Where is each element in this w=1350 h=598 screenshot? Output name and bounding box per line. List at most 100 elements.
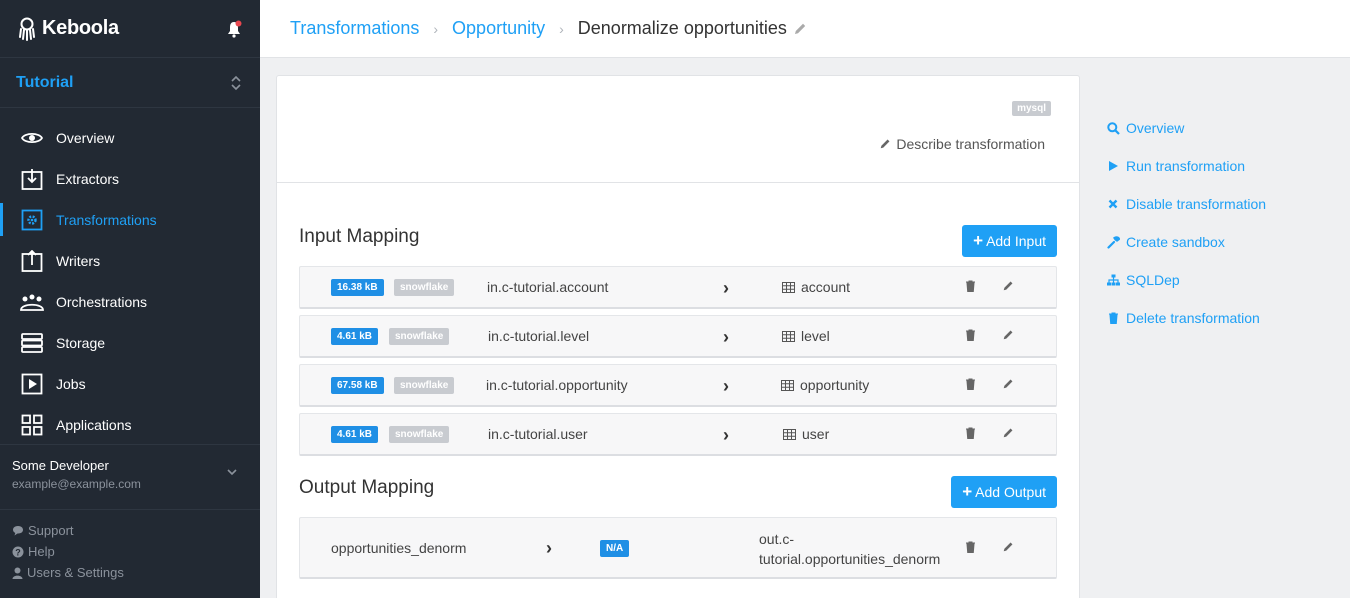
support-label: Support	[28, 523, 74, 538]
action-label: SQLDep	[1126, 272, 1180, 288]
project-switcher[interactable]: Tutorial	[0, 58, 260, 108]
trash-icon[interactable]	[965, 541, 976, 553]
edit-title-icon[interactable]	[793, 22, 807, 36]
backend-badge: mysql	[1012, 101, 1051, 116]
sidebar-item-label: Jobs	[56, 375, 86, 392]
sidebar-item-storage[interactable]: Storage	[0, 322, 260, 363]
transformation-panel: mysql Describe transformation Input Mapp…	[276, 75, 1080, 598]
input-destination: level	[782, 328, 830, 344]
add-input-button[interactable]: + Add Input	[962, 225, 1057, 257]
pencil-icon[interactable]	[1002, 541, 1014, 553]
page-title: Denormalize opportunities	[577, 18, 787, 38]
panel-header: mysql Describe transformation	[277, 76, 1079, 183]
support-link[interactable]: Support	[12, 520, 124, 541]
trash-icon	[1106, 312, 1120, 324]
input-mapping-row[interactable]: 4.61 kB snowflake in.c-tutorial.user › u…	[299, 413, 1057, 456]
pencil-icon[interactable]	[1002, 378, 1014, 390]
users-settings-label: Users & Settings	[27, 565, 124, 580]
output-mapping-title: Output Mapping	[299, 477, 435, 498]
describe-transformation-link[interactable]: Describe transformation	[879, 136, 1045, 152]
backend-badge: snowflake	[389, 328, 450, 345]
trash-icon[interactable]	[965, 280, 976, 292]
input-mapping-row[interactable]: 16.38 kB snowflake in.c-tutorial.account…	[299, 266, 1057, 309]
dest-name: level	[801, 328, 830, 344]
brand-name: Keboola	[42, 17, 119, 39]
storage-icon	[20, 331, 44, 355]
svg-text:?: ?	[15, 547, 21, 557]
table-icon	[782, 330, 795, 342]
action-label: Run transformation	[1126, 158, 1246, 174]
user-menu[interactable]: Some Developer example@example.com	[0, 444, 260, 510]
sidebar-item-label: Transformations	[56, 211, 157, 228]
delete-transformation-action[interactable]: Delete transformation	[1106, 299, 1266, 337]
disable-transformation-action[interactable]: Disable transformation	[1106, 185, 1266, 223]
gear-box-icon	[20, 208, 44, 232]
sidebar-item-extractors[interactable]: Extractors	[0, 158, 260, 199]
orchestra-icon	[20, 290, 44, 314]
output-mapping-row[interactable]: opportunities_denorm › N/A out.c- tutori…	[299, 517, 1057, 579]
size-badge: 4.61 kB	[331, 328, 379, 345]
chevron-right-icon: ›	[546, 538, 552, 558]
size-badge: 16.38 kB	[331, 279, 384, 296]
add-input-label: Add Input	[986, 233, 1046, 249]
run-transformation-action[interactable]: Run transformation	[1106, 147, 1266, 185]
overview-action[interactable]: Overview	[1106, 109, 1266, 147]
backend-badge: snowflake	[394, 377, 455, 394]
breadcrumb-transformations[interactable]: Transformations	[290, 18, 419, 39]
trash-icon[interactable]	[965, 427, 976, 439]
dest-line-1: out.c-	[759, 531, 795, 547]
sidebar-item-overview[interactable]: Overview	[0, 117, 260, 158]
size-badge: 67.58 kB	[331, 377, 384, 394]
chevron-right-icon: ›	[559, 20, 564, 37]
sidebar-item-label: Writers	[56, 252, 101, 269]
download-box-icon	[20, 167, 44, 191]
wrench-icon	[1106, 235, 1120, 249]
transformation-actions: Overview Run transformation Disable tran…	[1106, 109, 1266, 337]
pencil-icon	[881, 139, 890, 149]
sidebar-item-label: Extractors	[56, 170, 120, 187]
sidebar-item-writers[interactable]: Writers	[0, 240, 260, 281]
output-destination: out.c- tutorial.opportunities_denorm	[759, 529, 940, 569]
project-name: Tutorial	[16, 73, 74, 91]
chevron-right-icon: ›	[723, 376, 729, 396]
pencil-icon[interactable]	[1002, 329, 1014, 341]
trash-icon[interactable]	[965, 329, 976, 341]
users-settings-link[interactable]: Users & Settings	[12, 562, 124, 583]
sidebar-item-jobs[interactable]: Jobs	[0, 363, 260, 404]
input-mapping-row[interactable]: 4.61 kB snowflake in.c-tutorial.level › …	[299, 315, 1057, 358]
table-icon	[783, 428, 796, 440]
sitemap-icon	[1106, 274, 1120, 286]
footer-links: Support ? Help Users & Settings	[12, 520, 124, 583]
pencil-icon[interactable]	[1002, 427, 1014, 439]
action-label: Delete transformation	[1126, 310, 1260, 326]
sidebar-item-applications[interactable]: Applications	[0, 404, 260, 445]
breadcrumb-bucket[interactable]: Opportunity	[452, 18, 545, 39]
trash-icon[interactable]	[965, 378, 976, 390]
sidebar-item-label: Storage	[56, 334, 106, 351]
table-icon	[781, 379, 794, 391]
help-label: Help	[28, 544, 55, 559]
sidebar-item-transformations[interactable]: Transformations	[0, 199, 260, 240]
plus-icon: +	[962, 482, 973, 501]
updown-chevron-icon	[231, 75, 241, 91]
logo-bar: Keboola	[0, 0, 260, 58]
breadcrumb: Transformations › Opportunity › Denormal…	[260, 0, 1350, 58]
size-badge: 4.61 kB	[331, 426, 379, 443]
user-email: example@example.com	[12, 477, 141, 491]
sidebar-item-orchestrations[interactable]: Orchestrations	[0, 281, 260, 322]
help-link[interactable]: ? Help	[12, 541, 124, 562]
sqldep-action[interactable]: SQLDep	[1106, 261, 1266, 299]
create-sandbox-action[interactable]: Create sandbox	[1106, 223, 1266, 261]
play-icon	[1106, 160, 1120, 172]
pencil-icon[interactable]	[1002, 280, 1014, 292]
add-output-button[interactable]: + Add Output	[951, 476, 1057, 508]
input-mapping-row[interactable]: 67.58 kB snowflake in.c-tutorial.opportu…	[299, 364, 1057, 407]
chevron-down-icon	[227, 469, 237, 476]
notification-bell-icon[interactable]	[226, 20, 242, 38]
sidebar-item-label: Orchestrations	[56, 293, 148, 310]
x-icon	[1106, 199, 1120, 209]
input-destination: user	[783, 426, 829, 442]
dest-name: user	[802, 426, 830, 442]
chevron-right-icon: ›	[433, 20, 439, 37]
action-label: Create sandbox	[1126, 234, 1225, 250]
